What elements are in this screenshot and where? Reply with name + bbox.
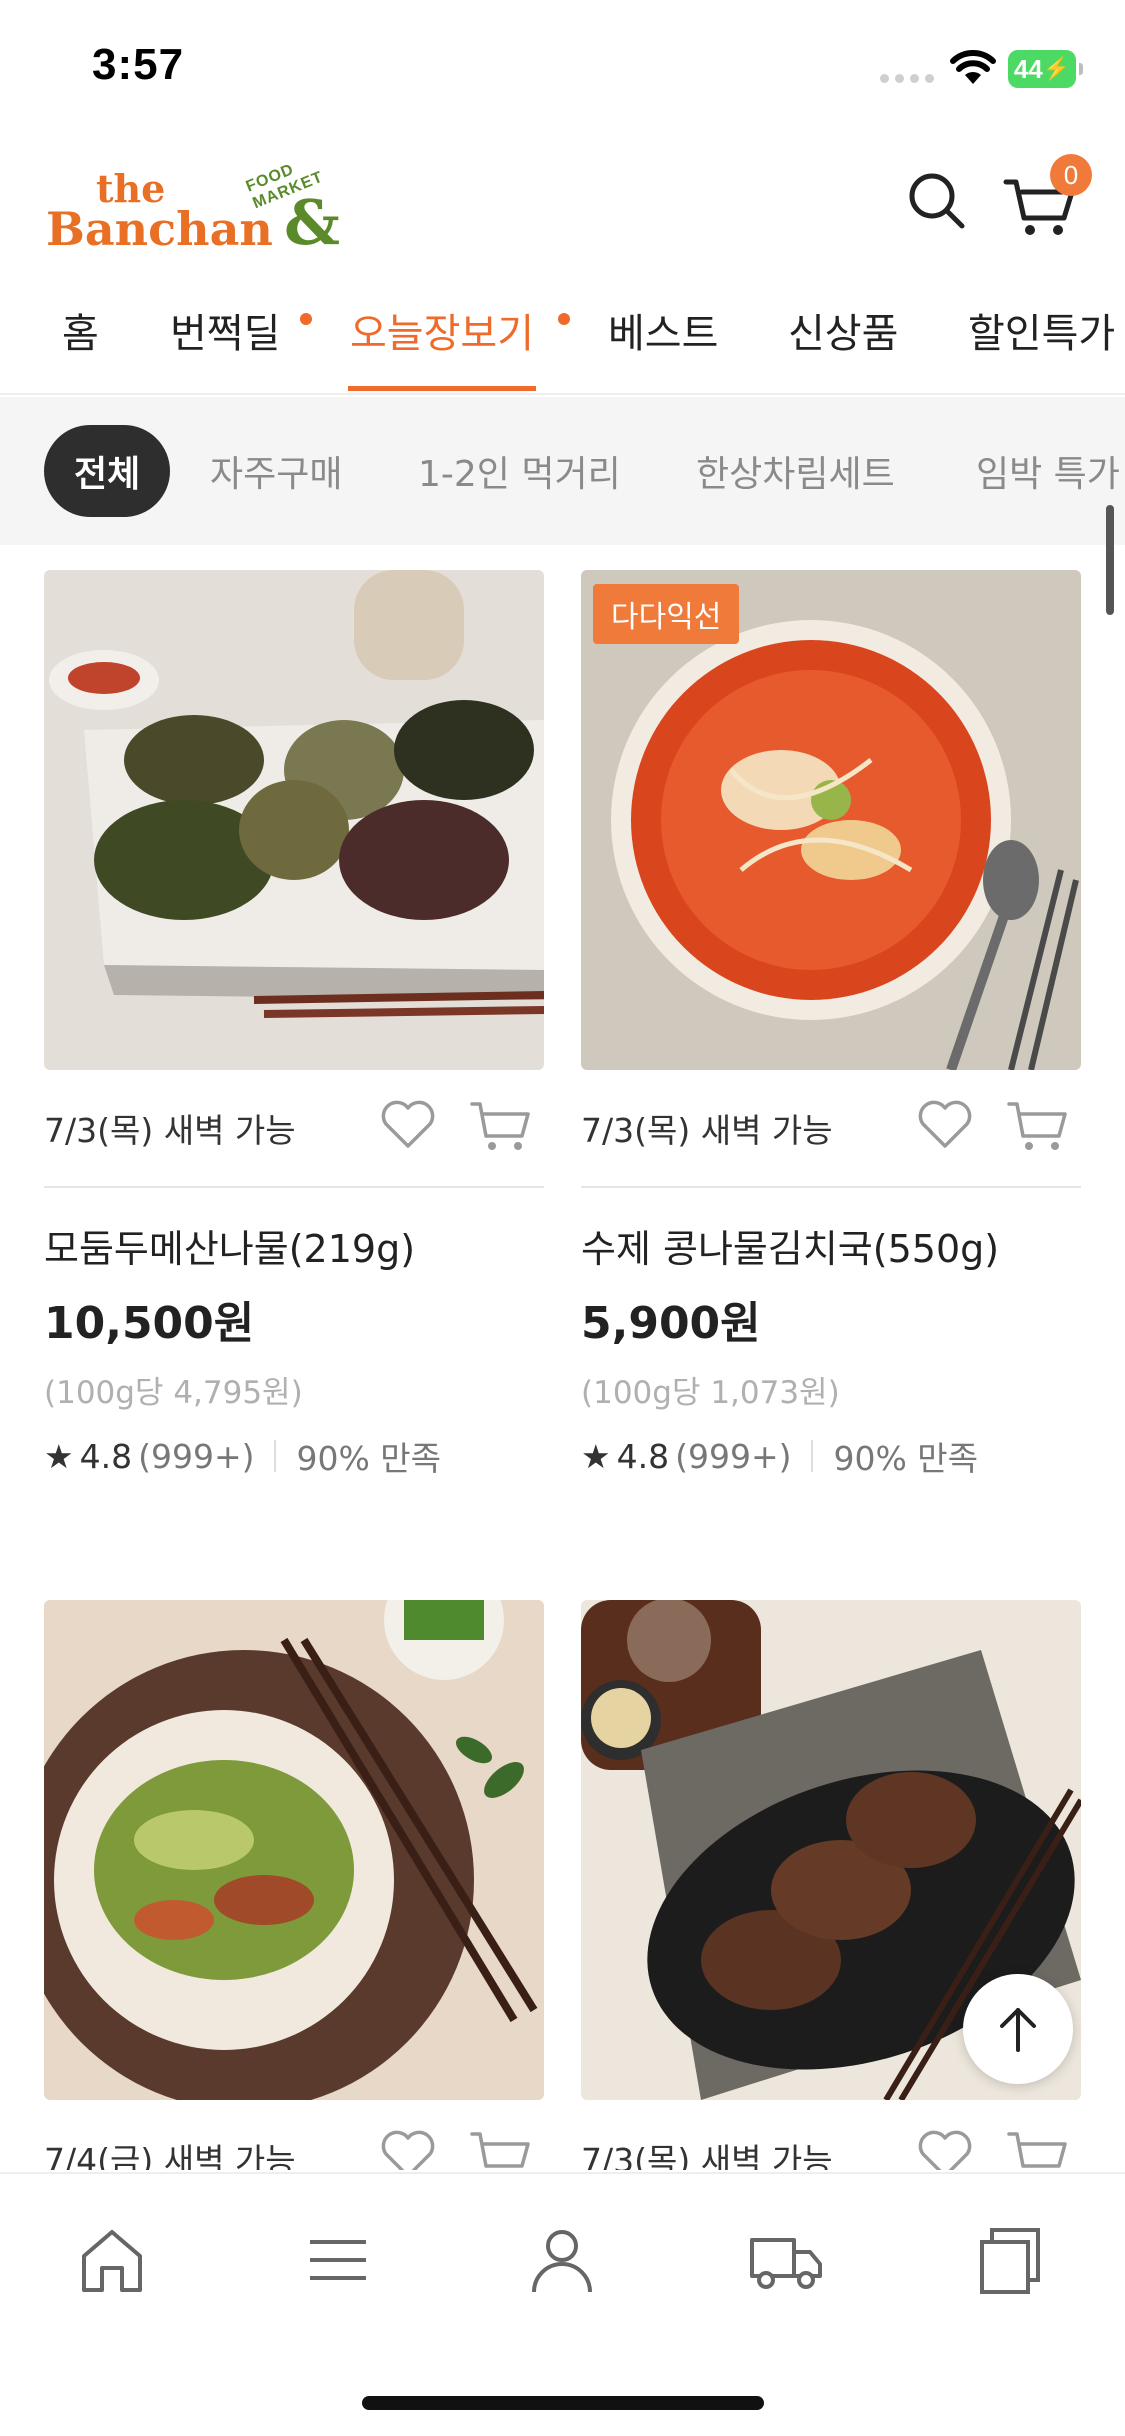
product-card[interactable]: 7/4(금) 새벽 가능 — [44, 1600, 544, 2170]
satisfaction: 90% 만족 — [296, 1439, 442, 1478]
battery-level: 44 — [1013, 53, 1043, 84]
menu-icon[interactable] — [298, 2220, 378, 2300]
cart-count-badge: 0 — [1050, 154, 1092, 196]
cellular-signal-icon — [880, 74, 934, 83]
product-price: 10,500원 — [44, 1298, 255, 1349]
heart-icon[interactable] — [378, 1096, 438, 1152]
search-icon[interactable] — [906, 166, 966, 236]
add-to-cart-icon[interactable] — [1005, 2126, 1071, 2170]
chip-label: 1-2인 먹거리 — [418, 454, 621, 495]
tab-label: 홈 — [62, 311, 99, 357]
star-icon: ★ — [581, 1436, 611, 1476]
main-tabs: 홈 번쩍딜 오늘장보기 베스트 신상품 할인특가 — [0, 285, 1125, 395]
add-to-cart-icon[interactable] — [468, 1096, 534, 1152]
unit-price: (100g당 1,073원) — [581, 1375, 840, 1411]
chip-label: 자주구매 — [210, 454, 343, 495]
tab-label: 베스트 — [608, 311, 719, 357]
star-icon: ★ — [44, 1436, 74, 1476]
heart-icon[interactable] — [915, 2126, 975, 2170]
scroll-to-top-button[interactable] — [963, 1974, 1073, 2084]
new-dot — [558, 313, 570, 325]
profile-icon[interactable] — [522, 2220, 602, 2300]
tab-label: 할인특가 — [968, 311, 1116, 357]
product-card[interactable]: 7/3(목) 새벽 가능 — [581, 1600, 1081, 2170]
delivery-date: 7/4(금) 새벽 가능 — [44, 2141, 296, 2170]
chip-all[interactable]: 전체 — [44, 425, 171, 517]
tab-label: 신상품 — [788, 311, 899, 357]
tab-new[interactable]: 신상품 — [788, 301, 898, 391]
product-name: 모둠두메산나물(219g) — [44, 1227, 416, 1271]
product-grid: 7/3(목) 새벽 가능 모둠두메산나물(219g) 10,500원 (100g… — [0, 570, 1125, 2170]
review-count: (999+) — [138, 1436, 255, 1476]
chip-expiring-sale[interactable]: 임박 특가 — [976, 425, 1120, 517]
divider — [274, 1440, 277, 1472]
rating-row: ★ 4.8 (999+) 90% 만족 — [581, 1432, 1081, 1480]
delivery-date: 7/3(목) 새벽 가능 — [581, 2141, 833, 2170]
delivery-date: 7/3(목) 새벽 가능 — [581, 1111, 833, 1150]
logo[interactable]: FOOD MARKET the Banchan & — [46, 150, 366, 260]
satisfaction: 90% 만족 — [833, 1439, 979, 1478]
product-image[interactable] — [44, 570, 544, 1070]
sub-tabs: 전체 자주구매 1-2인 먹거리 한상차림세트 임박 특가 — [0, 397, 1125, 545]
unit-price: (100g당 4,795원) — [44, 1375, 303, 1411]
arrow-up-icon — [1000, 2008, 1036, 2052]
home-icon[interactable] — [72, 2220, 152, 2300]
rating-value: 4.8 — [616, 1436, 670, 1476]
delivery-row: 7/3(목) 새벽 가능 — [44, 1070, 544, 1188]
heart-icon[interactable] — [915, 1096, 975, 1152]
rating-row: ★ 4.8 (999+) 90% 만족 — [44, 1432, 544, 1480]
delivery-row: 7/3(목) 새벽 가능 — [581, 2100, 1081, 2170]
product-image[interactable]: 다다익선 — [581, 570, 1081, 1070]
rating-value: 4.8 — [79, 1436, 133, 1476]
delivery-date: 7/3(목) 새벽 가능 — [44, 1111, 296, 1150]
app-header: FOOD MARKET the Banchan & 0 — [0, 140, 1125, 270]
new-dot — [300, 313, 312, 325]
logo-ampersand: & — [284, 186, 340, 259]
tab-label: 오늘장보기 — [350, 311, 534, 357]
status-time: 3:57 — [92, 40, 185, 89]
logo-banchan: Banchan — [46, 202, 273, 256]
tab-flash-deal[interactable]: 번쩍딜 — [170, 301, 312, 391]
divider — [811, 1440, 814, 1472]
chip-single-meals[interactable]: 1-2인 먹거리 — [418, 425, 621, 517]
product-name: 수제 콩나물김치국(550g) — [581, 1227, 1000, 1271]
promo-badge: 다다익선 — [593, 584, 740, 644]
status-bar: 3:57 44 ⚡ — [0, 0, 1125, 135]
chip-label: 한상차림세트 — [696, 454, 895, 495]
chip-label: 임박 특가 — [976, 454, 1120, 495]
product-image[interactable] — [44, 1600, 544, 2100]
chip-frequent[interactable]: 자주구매 — [210, 425, 342, 517]
tab-best[interactable]: 베스트 — [608, 301, 718, 391]
tab-label: 번쩍딜 — [170, 311, 281, 357]
product-price: 5,900원 — [581, 1298, 761, 1349]
chip-label: 전체 — [74, 454, 141, 495]
recent-items-icon[interactable] — [970, 2220, 1050, 2300]
delivery-row: 7/4(금) 새벽 가능 — [44, 2100, 544, 2170]
tab-sale[interactable]: 할인특가 — [968, 301, 1115, 391]
add-to-cart-icon[interactable] — [1005, 1096, 1071, 1152]
tab-today-shopping[interactable]: 오늘장보기 — [348, 301, 570, 391]
add-to-cart-icon[interactable] — [468, 2126, 534, 2170]
battery-icon: 44 ⚡ — [1008, 50, 1083, 88]
product-card[interactable]: 다다익선 7/3(목) 새벽 가능 수제 콩나물김치국(550g) 5,900원… — [581, 570, 1081, 1480]
heart-icon[interactable] — [378, 2126, 438, 2170]
review-count: (999+) — [675, 1436, 792, 1476]
home-indicator[interactable] — [362, 2396, 764, 2410]
wifi-icon — [950, 50, 996, 84]
delivery-row: 7/3(목) 새벽 가능 — [581, 1070, 1081, 1188]
product-card[interactable]: 7/3(목) 새벽 가능 모둠두메산나물(219g) 10,500원 (100g… — [44, 570, 544, 1480]
delivery-truck-icon[interactable] — [746, 2220, 826, 2300]
chip-table-set[interactable]: 한상차림세트 — [696, 425, 895, 517]
tab-home[interactable]: 홈 — [62, 301, 99, 391]
